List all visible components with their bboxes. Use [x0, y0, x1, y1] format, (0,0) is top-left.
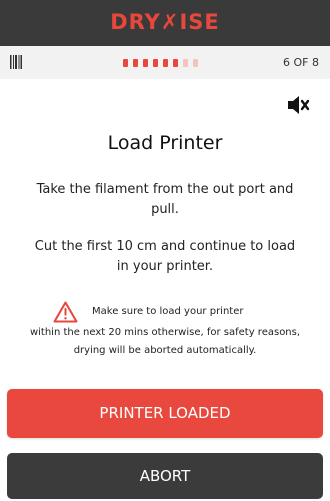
- progress-dot-complete: [133, 59, 138, 67]
- speaker-mute-icon[interactable]: [286, 94, 310, 116]
- printer-loaded-label: PRINTER LOADED: [99, 404, 231, 422]
- progress-dots: [123, 59, 198, 67]
- brand-logo: DRY✗ISE: [0, 10, 330, 34]
- progress-dot-complete: [163, 59, 168, 67]
- page-title: Load Printer: [107, 132, 223, 154]
- warning-triangle-icon: [53, 301, 78, 323]
- barcode-icon: [10, 55, 22, 69]
- step-counter: 6 OF 8: [283, 56, 319, 69]
- warning-text-line-2: within the next 20 mins otherwise, for s…: [29, 327, 301, 356]
- logo-text: DRY✗ISE: [110, 10, 220, 34]
- progress-dot-pending: [193, 59, 198, 67]
- warning-text-line-1: Make sure to load your printer: [92, 306, 244, 317]
- app-header: DRY✗ISE: [0, 0, 330, 46]
- progress-dot-complete: [143, 59, 148, 67]
- progress-dot-pending: [183, 59, 188, 67]
- progress-dot-complete: [123, 59, 128, 67]
- progress-dot-complete: [153, 59, 158, 67]
- instruction-text-2: Cut the first 10 cm and continue to load…: [34, 239, 296, 274]
- abort-label: ABORT: [139, 467, 191, 485]
- progress-dot-complete: [173, 59, 178, 67]
- printer-loaded-button[interactable]: PRINTER LOADED: [7, 389, 323, 438]
- instruction-text-1: Take the filament from the out port and …: [36, 182, 294, 217]
- load-printer-screen: DRY✗ISE 6 OF 8 Load Printer Take the fil…: [0, 0, 330, 501]
- abort-button[interactable]: ABORT: [7, 453, 323, 499]
